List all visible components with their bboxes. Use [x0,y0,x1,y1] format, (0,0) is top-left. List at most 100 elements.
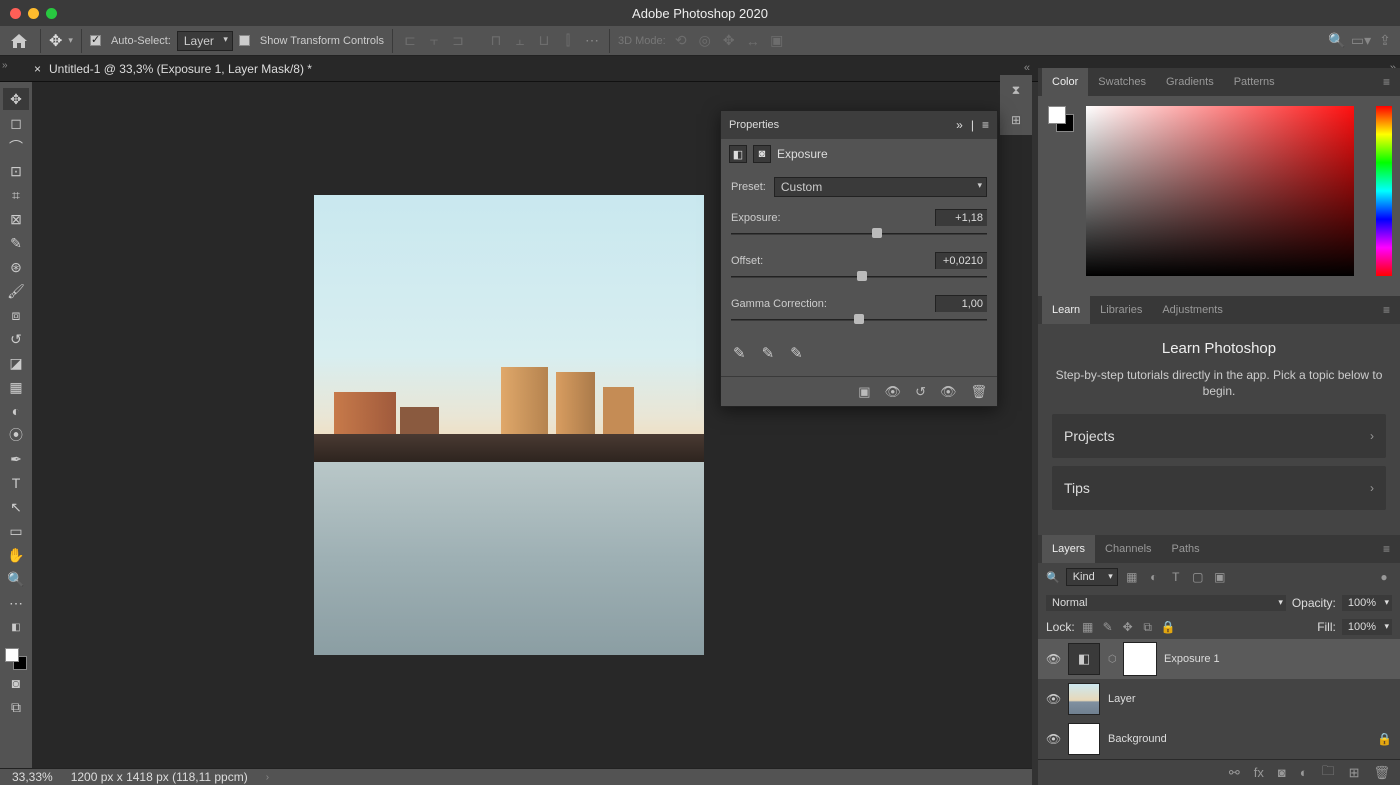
close-tab-icon[interactable]: × [34,62,41,76]
expand-arrow-icon[interactable]: » [2,60,8,71]
layer-item-layer[interactable]: 👁 Layer [1038,679,1400,719]
layer-item-exposure[interactable]: 👁 ◧ ⬡ Exposure 1 [1038,639,1400,679]
panel-menu-icon[interactable]: ≡ [1383,75,1390,89]
preset-dropdown[interactable]: Custom [774,177,987,197]
layer-thumbnail[interactable] [1068,723,1100,755]
home-button[interactable] [6,30,32,52]
type-tool[interactable]: T [3,472,29,494]
learn-projects-button[interactable]: Projects › [1052,414,1386,458]
visibility-toggle-icon[interactable]: 👁 [1046,692,1060,706]
visibility-toggle-icon[interactable]: 👁 [1046,732,1060,746]
crop-tool[interactable]: ⌗ [3,184,29,206]
foreground-color-swatch[interactable] [1048,106,1066,124]
swatches-tab[interactable]: Swatches [1088,68,1156,96]
filter-type-icon[interactable]: T [1168,569,1184,585]
opacity-field[interactable]: 100% [1342,595,1392,611]
delete-adjustment-icon[interactable]: 🗑 [970,384,987,400]
filter-smart-icon[interactable]: ▣ [1212,569,1228,585]
color-swatch-pair[interactable] [1048,106,1074,132]
blend-mode-dropdown[interactable]: Normal [1046,595,1286,611]
history-brush-tool[interactable]: ↺ [3,328,29,350]
eyedropper-tool[interactable]: ✎ [3,232,29,254]
layer-item-background[interactable]: 👁 Background 🔒 [1038,719,1400,759]
eraser-tool[interactable]: ◪ [3,352,29,374]
adjustment-thumbnail[interactable]: ◧ [1068,643,1100,675]
quick-selection-tool[interactable]: ⊡ [3,160,29,182]
color-tab[interactable]: Color [1042,68,1088,96]
fill-field[interactable]: 100% [1342,619,1392,635]
minimize-window-icon[interactable] [28,8,39,19]
quick-mask-icon[interactable]: ◙ [3,672,29,694]
exposure-value[interactable]: +1,18 [935,209,987,226]
zoom-window-icon[interactable] [46,8,57,19]
align-right-edges-icon[interactable]: ⊐ [449,32,467,50]
link-mask-icon[interactable]: ⬡ [1108,654,1116,665]
lock-transparency-icon[interactable]: ▦ [1081,620,1095,634]
paths-tab[interactable]: Paths [1162,535,1210,563]
pen-tool[interactable]: ✒ [3,448,29,470]
toggle-visibility-icon[interactable]: 👁 [940,384,957,400]
properties-tab[interactable]: Properties [729,119,779,131]
move-tool[interactable]: ✥ [3,88,29,110]
delete-layer-icon[interactable]: 🗑 [1373,765,1390,781]
hand-tool[interactable]: ✋ [3,544,29,566]
lock-artboard-icon[interactable]: ⧉ [1141,620,1155,635]
layer-name[interactable]: Layer [1108,693,1136,705]
marquee-tool[interactable]: ◻ [3,112,29,134]
auto-select-target-dropdown[interactable]: Layer [177,31,233,51]
filter-toggle-icon[interactable]: ● [1376,569,1392,585]
panel-menu-icon[interactable]: ≡ [1383,303,1390,317]
align-top-edges-icon[interactable]: ⊓ [487,32,505,50]
layer-name[interactable]: Background [1108,733,1167,745]
adjustment-type-icon[interactable]: ◧ [729,145,747,163]
hue-slider[interactable] [1376,106,1392,276]
new-adjustment-icon[interactable]: ◐ [1300,765,1308,780]
frame-tool[interactable]: ⊠ [3,208,29,230]
panel-menu-icon[interactable]: ≡ [1383,542,1390,556]
layers-tab[interactable]: Layers [1042,535,1095,563]
document-tab[interactable]: Untitled-1 @ 33,3% (Exposure 1, Layer Ma… [49,62,312,76]
learn-tips-button[interactable]: Tips › [1052,466,1386,510]
offset-slider[interactable] [731,273,987,285]
visibility-toggle-icon[interactable]: 👁 [1046,652,1060,666]
zoom-level[interactable]: 33,33% [12,770,53,784]
filter-pixel-icon[interactable]: ▦ [1124,569,1140,585]
rectangle-tool[interactable]: ▭ [3,520,29,542]
libraries-tab[interactable]: Libraries [1090,296,1152,324]
search-icon[interactable]: 🔍 [1328,32,1346,50]
offset-value[interactable]: +0,0210 [935,252,987,269]
brush-tool[interactable]: 🖌 [3,280,29,302]
layer-filter-kind-dropdown[interactable]: Kind [1066,568,1118,586]
path-selection-tool[interactable]: ↖ [3,496,29,518]
auto-select-checkbox[interactable] [90,35,101,46]
move-tool-icon[interactable]: ✥ [49,31,62,51]
reset-icon[interactable]: ↺ [915,384,926,400]
learn-tab[interactable]: Learn [1042,296,1090,324]
dodge-tool[interactable]: ⦿ [3,424,29,446]
link-layers-icon[interactable]: ⚯ [1229,765,1240,781]
add-mask-icon[interactable]: ◙ [1278,765,1286,780]
adjustments-tab[interactable]: Adjustments [1152,296,1233,324]
clone-stamp-tool[interactable]: ⧈ [3,304,29,326]
history-panel-icon[interactable]: ⧗ [1005,79,1027,101]
healing-brush-tool[interactable]: ⊛ [3,256,29,278]
filter-shape-icon[interactable]: ▢ [1190,569,1206,585]
align-horizontal-centers-icon[interactable]: ⫟ [425,32,443,50]
foreground-background-colors[interactable] [5,648,27,670]
set-default-colors-icon[interactable]: ◧ [3,616,29,638]
dock-icon[interactable]: | [971,118,974,132]
clip-to-layer-icon[interactable]: ▣ [858,384,870,400]
collapse-icon[interactable]: » [956,118,963,132]
eyedropper-gray-icon[interactable]: ✎ [762,344,775,362]
blur-tool[interactable]: ◐ [3,400,29,422]
filter-adjustment-icon[interactable]: ◐ [1146,569,1162,585]
gradient-tool[interactable]: ▦ [3,376,29,398]
share-icon[interactable]: ⇪ [1376,32,1394,50]
lock-position-icon[interactable]: ✥ [1121,620,1135,634]
exposure-slider[interactable] [731,230,987,242]
zoom-tool[interactable]: 🔍 [3,568,29,590]
document-dimensions[interactable]: 1200 px x 1418 px (118,11 ppcm) [71,770,248,784]
layer-mask-icon[interactable]: ◙ [753,145,771,163]
lasso-tool[interactable]: ⌒ [3,136,29,158]
lock-image-icon[interactable]: ✎ [1101,620,1115,634]
